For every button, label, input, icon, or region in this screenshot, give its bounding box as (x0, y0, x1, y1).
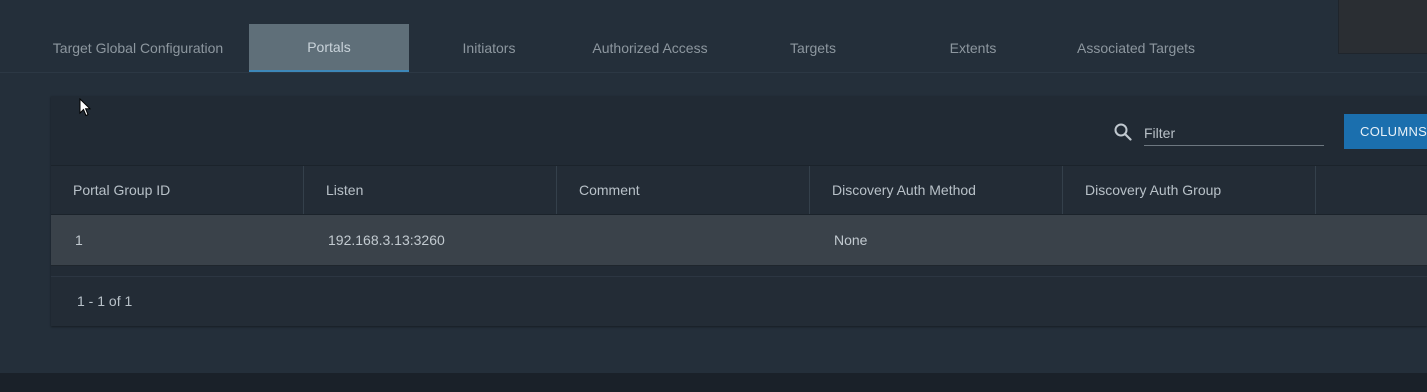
tab-authorized-access[interactable]: Authorized Access (570, 24, 730, 72)
bottom-strip (0, 373, 1427, 392)
filter-input[interactable] (1144, 120, 1324, 146)
tab-target-global-configuration[interactable]: Target Global Configuration (40, 24, 236, 72)
portals-table-card: COLUMNS Portal Group ID Listen Comment D… (51, 96, 1427, 326)
columns-button[interactable]: COLUMNS (1344, 114, 1427, 149)
cell-listen: 192.168.3.13:3260 (328, 232, 445, 248)
column-header-listen[interactable]: Listen (304, 166, 557, 214)
table-toolbar: COLUMNS (51, 96, 1427, 166)
column-header-comment[interactable]: Comment (557, 166, 810, 214)
tab-associated-targets[interactable]: Associated Targets (1056, 24, 1216, 72)
tab-initiators[interactable]: Initiators (409, 24, 569, 72)
cell-discovery-auth-method: None (834, 232, 868, 248)
pagination-summary: 1 - 1 of 1 (77, 293, 133, 309)
column-header-discovery-auth-method[interactable]: Discovery Auth Method (810, 166, 1063, 214)
column-header-portal-group-id[interactable]: Portal Group ID (51, 166, 304, 214)
table-header: Portal Group ID Listen Comment Discovery… (51, 166, 1427, 215)
mouse-pointer-icon (79, 98, 91, 117)
search-icon[interactable] (1114, 123, 1132, 141)
cell-portal-group-id: 1 (75, 232, 83, 248)
tab-targets[interactable]: Targets (733, 24, 893, 72)
column-header-discovery-auth-group[interactable]: Discovery Auth Group (1063, 166, 1316, 214)
tab-bar: Target Global Configuration Portals Init… (0, 24, 1427, 73)
table-row[interactable]: 1 192.168.3.13:3260 None (51, 215, 1427, 266)
cell-discovery-auth-group (1063, 215, 1316, 265)
tab-extents[interactable]: Extents (893, 24, 1053, 72)
tab-portals[interactable]: Portals (249, 24, 409, 72)
cell-comment (557, 215, 810, 265)
table-footer: 1 - 1 of 1 (51, 276, 1427, 326)
